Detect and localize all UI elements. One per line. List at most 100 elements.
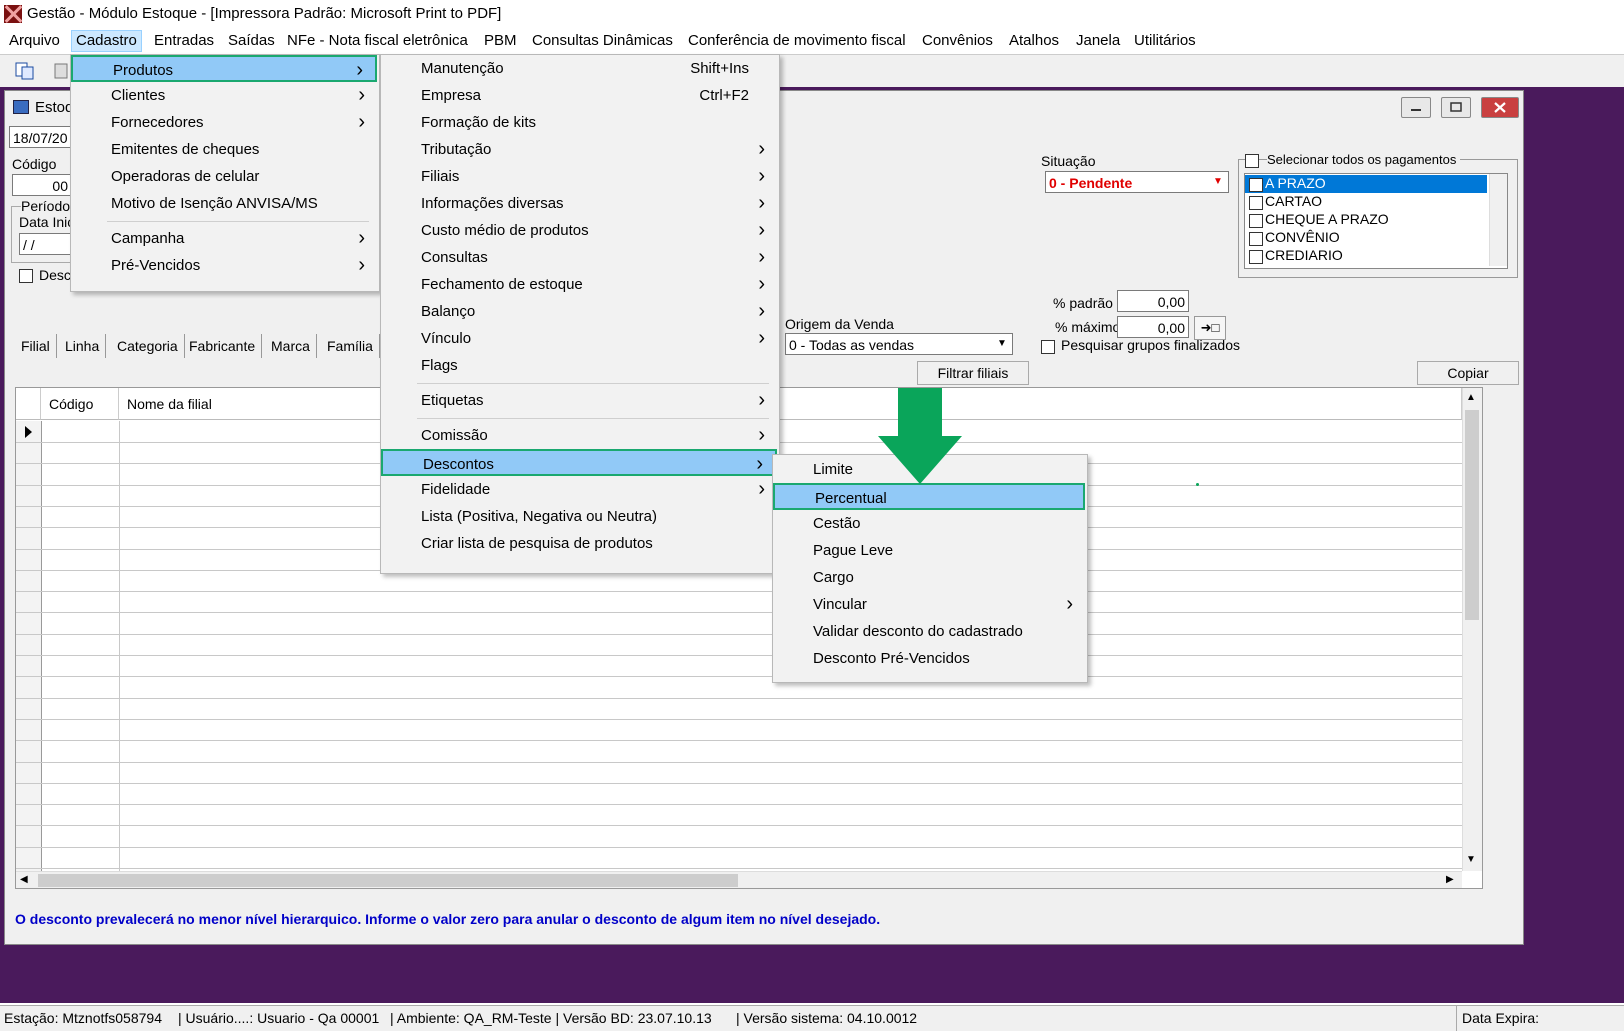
menu-item-fidelidade[interactable]: Fidelidade › xyxy=(381,476,777,503)
menu-atalhos[interactable]: Atalhos xyxy=(1005,31,1063,51)
minimize-button[interactable] xyxy=(1401,97,1431,118)
menu-item-motivo-de-isen-o-anvisa-ms[interactable]: Motivo de Isenção ANVISA/MS xyxy=(71,190,377,217)
list-item[interactable]: CREDIARIO xyxy=(1265,247,1343,263)
pesquisar-checkbox[interactable] xyxy=(1041,340,1055,354)
menu-item-informa-es-diversas[interactable]: Informações diversas › xyxy=(381,190,777,217)
date-field[interactable]: 18/07/20 xyxy=(9,126,73,148)
menu-item-desconto-pr-vencidos[interactable]: Desconto Pré-Vencidos xyxy=(773,645,1085,672)
pct-padrao-label: % padrão xyxy=(1053,295,1113,311)
menu-item-comiss-o[interactable]: Comissão › xyxy=(381,422,777,449)
pagamento-checkbox[interactable] xyxy=(1249,196,1263,210)
scroll-left-icon[interactable]: ◀ xyxy=(20,874,28,885)
menu-item-balan-o[interactable]: Balanço › xyxy=(381,298,777,325)
menu-item-lista-positiva-negativa-ou-neutra[interactable]: Lista (Positiva, Negativa ou Neutra) xyxy=(381,503,777,530)
list-item[interactable]: CHEQUE A PRAZO xyxy=(1265,211,1389,227)
tab-fabricante[interactable]: Fabricante xyxy=(183,334,263,358)
pagamentos-list[interactable]: A PRAZO CARTAO CHEQUE A PRAZO CONVÊNIO C… xyxy=(1244,173,1508,269)
table-row xyxy=(16,633,1462,635)
select-all-checkbox[interactable] xyxy=(1245,154,1259,168)
menu-item-pague-leve[interactable]: Pague Leve xyxy=(773,537,1085,564)
menu-item-fornecedores[interactable]: Fornecedores › xyxy=(71,109,377,136)
menu-item-vincular[interactable]: Vincular › xyxy=(773,591,1085,618)
menu-item-campanha[interactable]: Campanha › xyxy=(71,225,377,252)
chevron-right-icon: › xyxy=(756,453,763,475)
grid-vertical-scrollbar[interactable]: ▲ ▼ xyxy=(1462,388,1482,871)
tab-familia[interactable]: Família xyxy=(321,334,380,358)
menu-item-criar-lista-de-pesquisa-de-produtos[interactable]: Criar lista de pesquisa de produtos xyxy=(381,530,777,557)
scroll-up-icon[interactable]: ▲ xyxy=(1466,392,1476,403)
chevron-down-icon[interactable]: ▼ xyxy=(1209,173,1227,191)
table-row xyxy=(16,740,1462,742)
pagamento-checkbox[interactable] xyxy=(1249,232,1263,246)
menu-pbm[interactable]: PBM xyxy=(480,31,521,51)
menu-cadastro[interactable]: Cadastro xyxy=(71,30,142,52)
list-item[interactable]: A PRAZO xyxy=(1265,175,1326,191)
menu-convenios[interactable]: Convênios xyxy=(918,31,997,51)
menu-item-pr-vencidos[interactable]: Pré-Vencidos › xyxy=(71,252,377,279)
situacao-select[interactable]: 0 - Pendente ▼ xyxy=(1045,171,1229,193)
menu-item-consultas[interactable]: Consultas › xyxy=(381,244,777,271)
menu-item-flags[interactable]: Flags xyxy=(381,352,777,379)
menu-item-filiais[interactable]: Filiais › xyxy=(381,163,777,190)
pagamento-checkbox[interactable] xyxy=(1249,178,1263,192)
table-row xyxy=(16,825,1462,827)
table-row xyxy=(16,676,1462,678)
tool-icon[interactable] xyxy=(52,61,70,81)
codigo-input[interactable]: 00 xyxy=(12,174,72,196)
scroll-down-icon[interactable]: ▼ xyxy=(1466,854,1476,865)
menu-conferencia[interactable]: Conferência de movimento fiscal xyxy=(684,31,910,51)
tab-categoria[interactable]: Categoria xyxy=(111,334,185,358)
list-item[interactable]: CARTAO xyxy=(1265,193,1322,209)
menu-item-v-nculo[interactable]: Vínculo › xyxy=(381,325,777,352)
menu-item-cest-o[interactable]: Cestão xyxy=(773,510,1085,537)
copy-docs-icon[interactable] xyxy=(14,61,36,81)
copiar-button[interactable]: Copiar xyxy=(1417,361,1519,385)
menu-item-etiquetas[interactable]: Etiquetas › xyxy=(381,387,777,414)
menu-item-emitentes-de-cheques[interactable]: Emitentes de cheques xyxy=(71,136,377,163)
menu-item-operadoras-de-celular[interactable]: Operadoras de celular xyxy=(71,163,377,190)
pct-padrao-input[interactable]: 0,00 xyxy=(1117,290,1189,312)
tab-linha[interactable]: Linha xyxy=(59,334,107,358)
situacao-value: 0 - Pendente xyxy=(1049,175,1133,191)
desc-checkbox[interactable] xyxy=(19,269,33,283)
tab-filial[interactable]: Filial xyxy=(15,334,57,358)
chevron-right-icon: › xyxy=(758,273,765,295)
menu-nfe[interactable]: NFe - Nota fiscal eletrônica xyxy=(283,31,472,51)
pagamento-checkbox[interactable] xyxy=(1249,214,1263,228)
menu-item-forma-o-de-kits[interactable]: Formação de kits xyxy=(381,109,777,136)
h-scroll-thumb[interactable] xyxy=(38,874,738,887)
menu-item-tributa-o[interactable]: Tributação › xyxy=(381,136,777,163)
menu-saidas[interactable]: Saídas xyxy=(224,31,279,51)
chevron-down-icon[interactable]: ▼ xyxy=(993,335,1011,353)
menu-bar: Arquivo Cadastro Entradas Saídas NFe - N… xyxy=(0,29,1624,54)
pct-maximo-input[interactable]: 0,00 xyxy=(1117,316,1189,338)
menu-consultas-dinamicas[interactable]: Consultas Dinâmicas xyxy=(528,31,677,51)
origem-select[interactable]: 0 - Todas as vendas ▼ xyxy=(785,333,1013,355)
list-scrollbar[interactable] xyxy=(1489,174,1507,266)
scroll-right-icon[interactable]: ▶ xyxy=(1446,874,1454,885)
pagamento-checkbox[interactable] xyxy=(1249,250,1263,264)
menu-item-manuten-o[interactable]: Manutenção Shift+Ins xyxy=(381,55,777,82)
grid-header-codigo[interactable]: Código xyxy=(41,388,119,420)
grid-horizontal-scrollbar[interactable]: ◀ ▶ xyxy=(16,871,1462,888)
menu-item-validar-desconto-do-cadastrado[interactable]: Validar desconto do cadastrado xyxy=(773,618,1085,645)
scroll-thumb[interactable] xyxy=(1465,410,1479,620)
menu-janela[interactable]: Janela xyxy=(1072,31,1124,51)
menu-item-cargo[interactable]: Cargo xyxy=(773,564,1085,591)
tab-marca[interactable]: Marca xyxy=(265,334,317,358)
menu-item-descontos[interactable]: Descontos › xyxy=(381,449,777,476)
menu-item-fechamento-de-estoque[interactable]: Fechamento de estoque › xyxy=(381,271,777,298)
close-button[interactable] xyxy=(1481,97,1519,118)
menu-arquivo[interactable]: Arquivo xyxy=(5,31,64,51)
list-item[interactable]: CONVÊNIO xyxy=(1265,229,1340,245)
menu-item-empresa[interactable]: Empresa Ctrl+F2 xyxy=(381,82,777,109)
menu-item-produtos[interactable]: Produtos › xyxy=(71,55,377,82)
filtrar-filiais-button[interactable]: Filtrar filiais xyxy=(917,361,1029,385)
maximize-button[interactable] xyxy=(1441,97,1471,118)
menu-utilitarios[interactable]: Utilitários xyxy=(1130,31,1200,51)
menu-item-clientes[interactable]: Clientes › xyxy=(71,82,377,109)
menu-entradas[interactable]: Entradas xyxy=(150,31,218,51)
grid-header-nome[interactable]: Nome da filial xyxy=(119,388,1462,420)
menu-item-custo-m-dio-de-produtos[interactable]: Custo médio de produtos › xyxy=(381,217,777,244)
data-inicial-input[interactable]: / / xyxy=(19,233,71,255)
